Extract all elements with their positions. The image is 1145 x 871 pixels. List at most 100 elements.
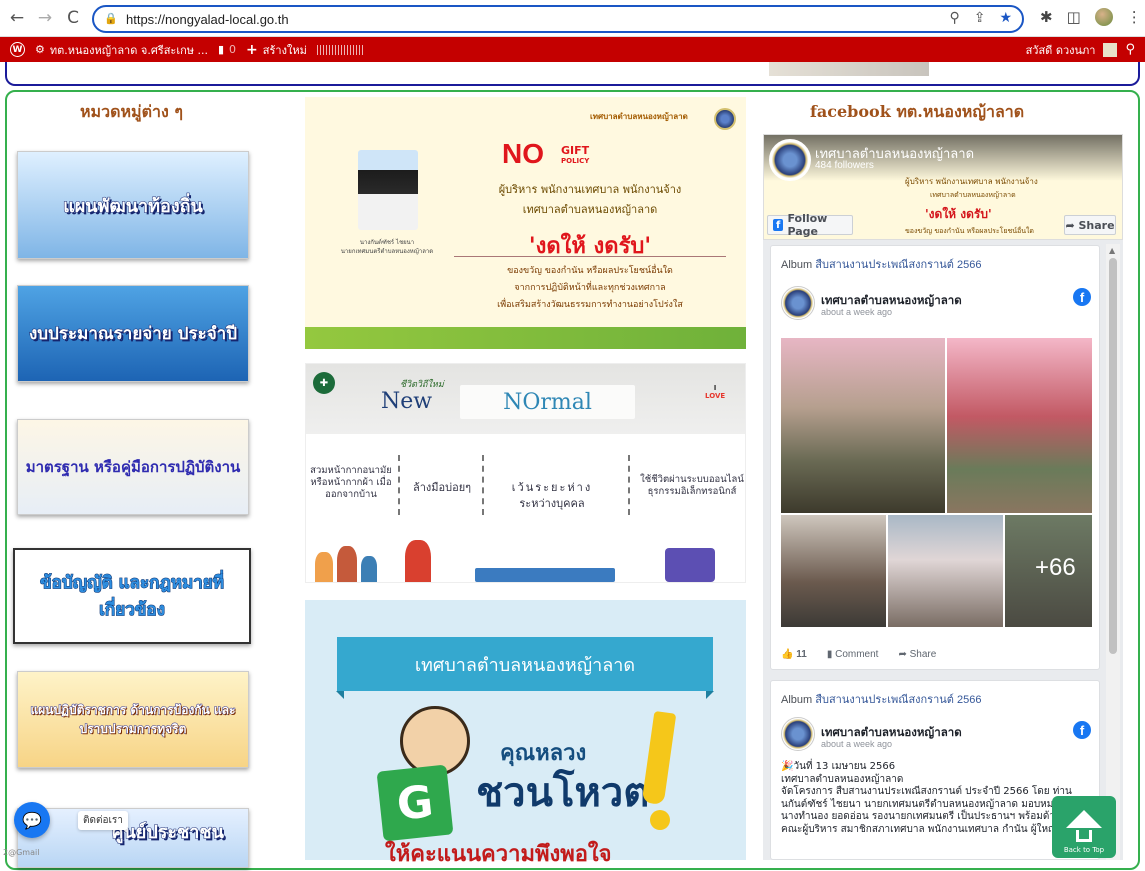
stats-sparkline[interactable] bbox=[316, 44, 363, 55]
cover-line: ผู้บริหาร พนักงานเทศบาล พนักงานจ้าง bbox=[905, 177, 1038, 186]
reload-icon[interactable]: C bbox=[62, 7, 84, 29]
extensions-icon[interactable]: ✱ bbox=[1040, 8, 1053, 26]
fb-follow-button[interactable]: f Follow Page bbox=[767, 212, 853, 238]
post-text-line: 🎉วันที่ 13 เมษายน 2566 bbox=[781, 761, 896, 772]
facebook-section-title: facebook ทต.หนองหญ้าลาด bbox=[810, 102, 1025, 121]
municipality-seal-icon bbox=[714, 108, 736, 130]
nogift-slogan: 'งดให้ งดรับ' bbox=[528, 233, 652, 259]
fb-page-logo[interactable] bbox=[769, 139, 811, 181]
browser-toolbar: ← → C 🔒 https://nongyalad-local.go.th ⚲ … bbox=[0, 0, 1145, 37]
tip-distance: เว้นระยะห่างระหว่างบุคคล bbox=[482, 482, 622, 510]
comment-button[interactable]: ▮ Comment bbox=[827, 649, 879, 660]
tip-distance-line1: เว้นระยะห่าง bbox=[511, 481, 593, 494]
post-text-line: คณะผู้บริหาร สมาชิกสภาเทศบาล พนักงานเทศบ… bbox=[781, 823, 1057, 835]
post-actions: 👍 11 ▮ Comment ➦ Share bbox=[781, 649, 936, 660]
share-icon[interactable]: ⇪ bbox=[974, 10, 986, 26]
admin-site-link[interactable]: ⚙ ทต.หนองหญ้าลาด จ.ศรีสะเกษ ... bbox=[35, 41, 208, 59]
comments-count: 0 bbox=[229, 43, 237, 56]
album-link[interactable]: สืบสานงานประเพณีสงกรานต์ 2566 bbox=[815, 259, 981, 271]
fb-feed-scrollbar[interactable]: ▲ bbox=[1106, 244, 1120, 860]
admin-greeting[interactable]: สวัสดี ดวงนภา bbox=[1026, 41, 1096, 59]
post-avatar[interactable] bbox=[781, 717, 815, 751]
fb-post[interactable]: Album สืบสานงานประเพณีสงกรานต์ 2566 เทศบ… bbox=[770, 680, 1100, 860]
address-bar[interactable]: 🔒 https://nongyalad-local.go.th ⚲ ⇪ ★ bbox=[92, 5, 1024, 33]
love-text: LOVE bbox=[705, 392, 726, 400]
album-prefix: Album bbox=[781, 259, 813, 271]
wordpress-icon[interactable]: W bbox=[10, 42, 25, 57]
exclamation-dot bbox=[650, 810, 670, 830]
share-arrow-icon: ➦ bbox=[1065, 218, 1079, 232]
facebook-icon: f bbox=[773, 219, 784, 231]
album-link[interactable]: สืบสานงานประเพณีสงกรานต์ 2566 bbox=[815, 694, 981, 706]
post-time[interactable]: about a week ago bbox=[821, 739, 892, 749]
corner-text: 2@Gmail bbox=[3, 848, 40, 857]
post-avatar[interactable] bbox=[781, 286, 815, 320]
album-prefix: Album bbox=[781, 694, 813, 706]
category-standards-manual[interactable]: มาตรฐาน หรือคู่มือการปฏิบัติงาน bbox=[17, 419, 249, 515]
gift-policy-text: GIFT POLICY bbox=[561, 145, 589, 167]
policy-text: POLICY bbox=[561, 157, 590, 165]
forward-icon[interactable]: → bbox=[34, 7, 56, 29]
admin-new[interactable]: + สร้างใหม่ bbox=[246, 41, 307, 59]
like-count: 11 bbox=[796, 649, 807, 660]
up-arrow-stem bbox=[1076, 830, 1092, 842]
profile-avatar[interactable] bbox=[1094, 8, 1113, 26]
no-text: NO bbox=[502, 138, 544, 169]
fb-post[interactable]: Album สืบสานงานประเพณีสงกรานต์ 2566 เทศบ… bbox=[770, 245, 1100, 670]
category-public-center[interactable]: ศูนย์ประชาชน bbox=[17, 808, 249, 868]
share-post-label: Share bbox=[909, 649, 937, 660]
admin-comments[interactable]: ▮ 0 bbox=[218, 43, 236, 56]
admin-site-name: ทต.หนองหญ้าลาด จ.ศรีสะเกษ ... bbox=[49, 43, 208, 57]
admin-search-icon[interactable]: ⚲ bbox=[1125, 42, 1135, 57]
scroll-up-icon[interactable]: ▲ bbox=[1109, 246, 1115, 255]
post-photo[interactable] bbox=[888, 515, 1003, 627]
more-photos-count[interactable]: +66 bbox=[1035, 554, 1076, 582]
facebook-icon[interactable]: f bbox=[1073, 288, 1091, 306]
scroll-thumb[interactable] bbox=[1109, 258, 1117, 654]
category-regulations[interactable]: ข้อบัญญัติ และกฎหมายที่เกี่ยวข้อง bbox=[13, 548, 251, 644]
back-to-top-button[interactable]: Back to Top bbox=[1052, 796, 1116, 858]
post-photo[interactable] bbox=[781, 515, 886, 627]
post-album: Album สืบสานงานประเพณีสงกรานต์ 2566 bbox=[781, 255, 981, 273]
share-post-button[interactable]: ➦ Share bbox=[898, 649, 936, 660]
post-photo[interactable] bbox=[781, 338, 945, 513]
post-time[interactable]: about a week ago bbox=[821, 307, 892, 317]
contact-us-label[interactable]: ติดต่อเรา bbox=[78, 811, 128, 830]
fb-share-button[interactable]: ➦ Share bbox=[1064, 215, 1116, 235]
admin-avatar[interactable] bbox=[1103, 42, 1118, 57]
cheer-icon: 🎉 bbox=[781, 761, 794, 772]
follow-label: Follow Page bbox=[787, 212, 828, 238]
star-icon[interactable]: ★ bbox=[999, 10, 1012, 26]
category-local-dev-plan[interactable]: แผนพัฒนาท้องถิ่น bbox=[17, 151, 249, 259]
chat-bubble-icon[interactable]: 💬 bbox=[14, 802, 50, 838]
lock-icon[interactable]: 🔒 bbox=[104, 12, 118, 26]
tip-divider bbox=[628, 455, 630, 515]
comment-label: Comment bbox=[835, 649, 879, 660]
cover-slogan: 'งดให้ งดรับ' bbox=[925, 207, 992, 221]
cover-line: เทศบาลตำบลหนองหญ้าลาด bbox=[930, 191, 1016, 199]
zoom-icon[interactable]: ⚲ bbox=[949, 10, 959, 26]
like-button[interactable]: 👍 11 bbox=[781, 649, 807, 660]
love-top: I bbox=[713, 384, 717, 392]
url-text[interactable]: https://nongyalad-local.go.th bbox=[126, 12, 289, 27]
new-text: New bbox=[381, 389, 433, 414]
comment-icon: ▮ bbox=[217, 43, 225, 56]
mayor-caption: นางกันต์ฑัชร์ ไชยนา นายกเทศมนตรีตำบลหนอง… bbox=[333, 238, 441, 256]
category-budget[interactable]: งบประมาณรายจ่าย ประจำปี bbox=[17, 285, 249, 382]
facebook-icon[interactable]: f bbox=[1073, 721, 1091, 739]
post-album: Album สืบสานงานประเพณีสงกรานต์ 2566 bbox=[781, 690, 981, 708]
divider bbox=[454, 256, 726, 257]
nogift-header: เทศบาลตำบลหนองหญ้าลาด bbox=[590, 112, 688, 121]
vote-header: เทศบาลตำบลหนองหญ้าลาด bbox=[336, 637, 714, 699]
tip-distance-line2: ระหว่างบุคคล bbox=[519, 497, 585, 510]
g-logo-icon: G bbox=[376, 764, 454, 842]
menu-icon[interactable]: ⋮ bbox=[1127, 8, 1142, 26]
back-icon[interactable]: ← bbox=[6, 7, 28, 29]
sidepanel-icon[interactable]: ◫ bbox=[1067, 8, 1081, 26]
cover-sub: ของขวัญ ของกำนัน หรือผลประโยชน์อื่นใด bbox=[905, 227, 1034, 235]
post-photo[interactable] bbox=[947, 338, 1092, 513]
nogift-sub3: เพื่อเสริมสร้างวัฒนธรรมการทำงานอย่างโปร่… bbox=[497, 300, 683, 310]
category-anti-corruption-plan[interactable]: แผนปฏิบัติราชการ ด้านการป้องกัน และปราบป… bbox=[17, 671, 249, 768]
tip-mask: สวมหน้ากากอนามัย หรือหน้ากากผ้า เมื่อออก… bbox=[310, 465, 392, 500]
normal-text: NOrmal bbox=[460, 385, 635, 419]
